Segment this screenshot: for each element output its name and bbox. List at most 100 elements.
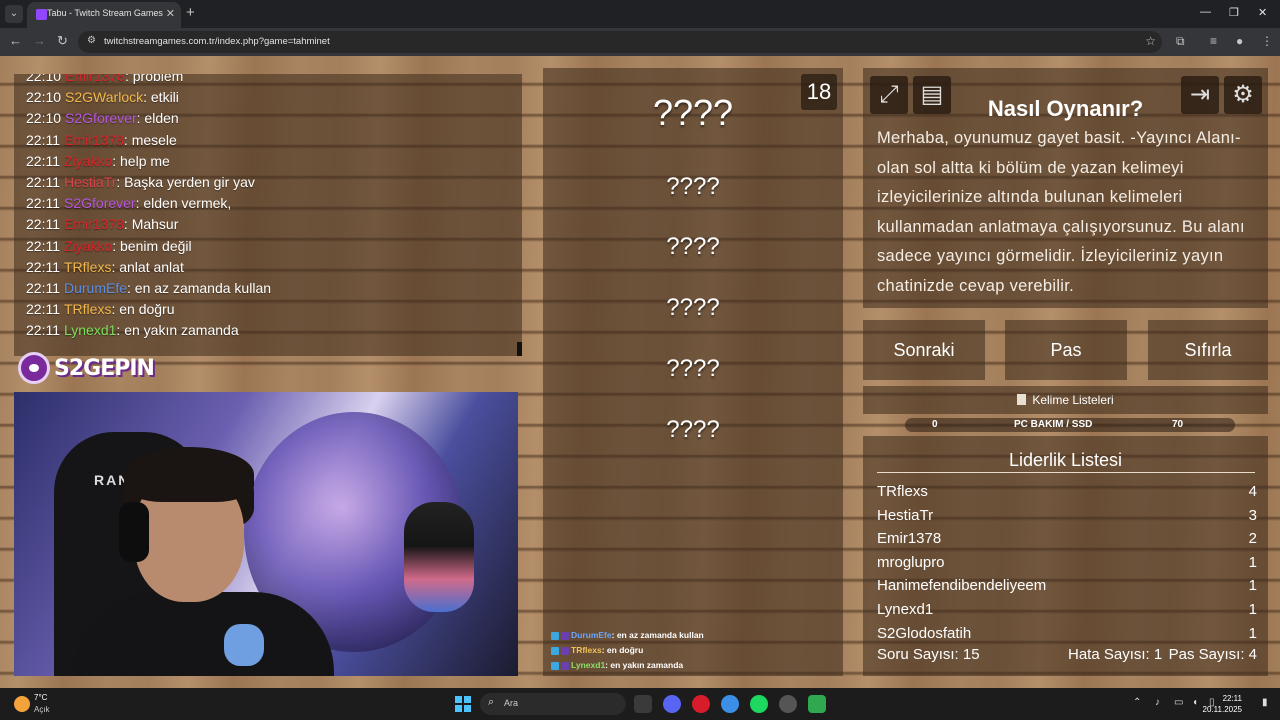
chat-timestamp: 22:11 [26,131,60,148]
microphone-icon[interactable]: ♪ [1155,697,1160,708]
media-icon[interactable]: ≡ [1210,34,1217,48]
logout-icon[interactable]: ⇥ [1181,76,1219,114]
chat-username[interactable]: DurumEfe [64,280,127,296]
menu-icon[interactable]: ⋮ [1261,34,1273,48]
chat-username[interactable]: Emir1378 [64,216,124,232]
task-view-icon[interactable] [634,695,652,713]
forbidden-word: ???? [666,294,720,321]
pass-count: Pas Sayısı: 4 [1168,646,1257,663]
streamer-body [74,592,334,676]
system-clock[interactable]: 22:11 20.11.2025 [1203,693,1242,715]
chat-username[interactable]: S2Gforever [65,110,137,126]
weather-icon[interactable] [14,696,30,712]
microphone [404,502,474,612]
media-player-icon[interactable] [808,695,826,713]
forbidden-word: ???? [666,173,720,200]
chat-timestamp: 22:11 [26,301,60,318]
word-list-stats: 0 PC BAKIM / SSD 70 [905,418,1235,432]
pass-button[interactable]: Pas [1005,320,1127,380]
close-window-icon[interactable]: ✕ [1258,6,1267,19]
new-tab-icon[interactable]: + [186,4,195,21]
overlay-chat-text: : en yakın zamanda [605,660,684,670]
chat-text: : elden vermek, [135,195,232,212]
reset-button[interactable]: Sıfırla [1148,320,1268,380]
headset [119,502,149,562]
chat-message: 22:11 Emir1378: mesele [26,132,177,148]
taskbar-search[interactable]: ⌕ Ara [480,693,626,715]
leaderboard-row: S2Glodosfatih 1 [877,623,1257,638]
subscriber-badge-icon [561,646,569,655]
prime-badge-icon [551,631,559,640]
notification-icon[interactable]: ▮ [1262,697,1268,708]
chat-message: 22:11 HestiaTr: Başka yerden gir yav [26,174,255,190]
chat-message: 22:11 Ziyakko: benim değil [26,238,192,254]
discord-icon[interactable] [663,695,681,713]
chat-username[interactable]: Lynexd1 [64,322,116,338]
browser-tab-bar: ⌄ Tabu - Twitch Stream Games ✕ + — ❐ ✕ [0,0,1280,28]
chat-message: 22:11 TRflexs: anlat anlat [26,259,184,275]
next-button[interactable]: Sonraki [863,320,985,380]
browser-tab[interactable]: Tabu - Twitch Stream Games ✕ [27,2,181,28]
chrome-icon[interactable] [721,695,739,713]
minimize-icon[interactable]: — [1200,6,1211,18]
tab-search-icon[interactable]: ⌄ [5,5,23,23]
chat-username[interactable]: S2GWarlock [65,89,143,105]
subscriber-badge-icon [561,661,569,670]
search-icon: ⌕ [488,696,495,708]
windows-start-icon[interactable] [455,696,471,712]
url-text[interactable]: twitchstreamgames.com.tr/index.php?game=… [104,36,330,47]
chat-username[interactable]: TRflexs [64,259,111,275]
leaderboard-divider [877,472,1255,473]
spotify-icon[interactable] [750,695,768,713]
chat-timestamp: 22:11 [26,258,60,275]
chat-message: 22:10 Emir1378: problem [26,74,183,84]
profile-avatar-icon[interactable]: ● [1236,34,1243,48]
site-info-icon[interactable]: ⚙ [87,35,96,46]
chat-username[interactable]: S2Gforever [64,195,136,211]
leaderboard-player-name: Emir1378 [877,530,942,548]
chat-message: 22:11 TRflexs: en doğru [26,301,175,317]
network-icon[interactable]: ▭ [1174,697,1183,708]
extensions-icon[interactable]: ⧉ [1176,34,1185,49]
weather-description[interactable]: Açık [34,705,50,714]
reload-icon[interactable]: ↻ [57,33,68,49]
chat-username[interactable]: Ziyakko [64,238,112,254]
chat-username[interactable]: Emir1378 [64,132,124,148]
app-icon[interactable] [779,695,797,713]
chat-username[interactable]: TRflexs [64,301,111,317]
overlay-chat-message: DurumEfe: en az zamanda kullan [551,630,841,645]
address-bar[interactable]: ⚙ twitchstreamgames.com.tr/index.php?gam… [78,31,1162,53]
chat-scrollbar[interactable] [517,342,522,356]
leaderboard-row: Lynexd1 1 [877,599,1257,623]
back-icon[interactable]: ← [9,33,22,48]
bookmark-star-icon[interactable]: ☆ [1145,34,1156,48]
leaderboard-player-name: TRflexs [877,483,928,500]
volume-icon[interactable]: ◖ [1192,697,1198,708]
word-lists-label: Kelime Listeleri [1032,393,1114,407]
chat-username[interactable]: HestiaTr [64,174,116,190]
chat-username[interactable]: Emir1378 [65,74,125,84]
leaderboard-title: Liderlik Listesi [1008,450,1123,470]
weather-temperature[interactable]: 7°C [34,693,47,702]
leaderboard-player-score: 1 [1248,624,1257,638]
restore-icon[interactable]: ❐ [1229,6,1239,19]
word-lists-button[interactable]: Kelime Listeleri [863,386,1268,414]
settings-gear-icon[interactable]: ⚙ [1224,76,1262,114]
leaderboard-panel: Liderlik Listesi TRflexs 4 HestiaTr 3 Emir13… [863,436,1268,676]
chat-text: : en doğru [111,301,175,318]
chat-message: 22:11 S2Gforever: elden vermek, [26,195,231,211]
chat-message: 22:11 Emir1378: Mahsur [26,216,178,232]
leaderboard-player-score: 3 [1248,506,1257,524]
word-list-name: PC BAKIM / SSD [1014,419,1093,430]
chat-username[interactable]: Ziyakko [64,153,112,169]
close-tab-icon[interactable]: ✕ [166,7,175,20]
opera-icon[interactable] [692,695,710,713]
overlay-chat-message: TRflexs: en doğru [551,645,841,660]
tray-overflow-icon[interactable]: ⌃ [1133,697,1141,708]
logo-text: S2GEPIN [54,356,155,381]
forward-icon[interactable]: → [33,33,46,48]
leaderboard-row: mroglupro 1 [877,552,1257,576]
leaderboard-list[interactable]: TRflexs 4 HestiaTr 3 Emir1378 2 mroglupro 1 Hani… [877,481,1257,638]
streamer-webcam: RANCER [14,392,518,676]
total-word-count: 70 [1172,419,1184,430]
